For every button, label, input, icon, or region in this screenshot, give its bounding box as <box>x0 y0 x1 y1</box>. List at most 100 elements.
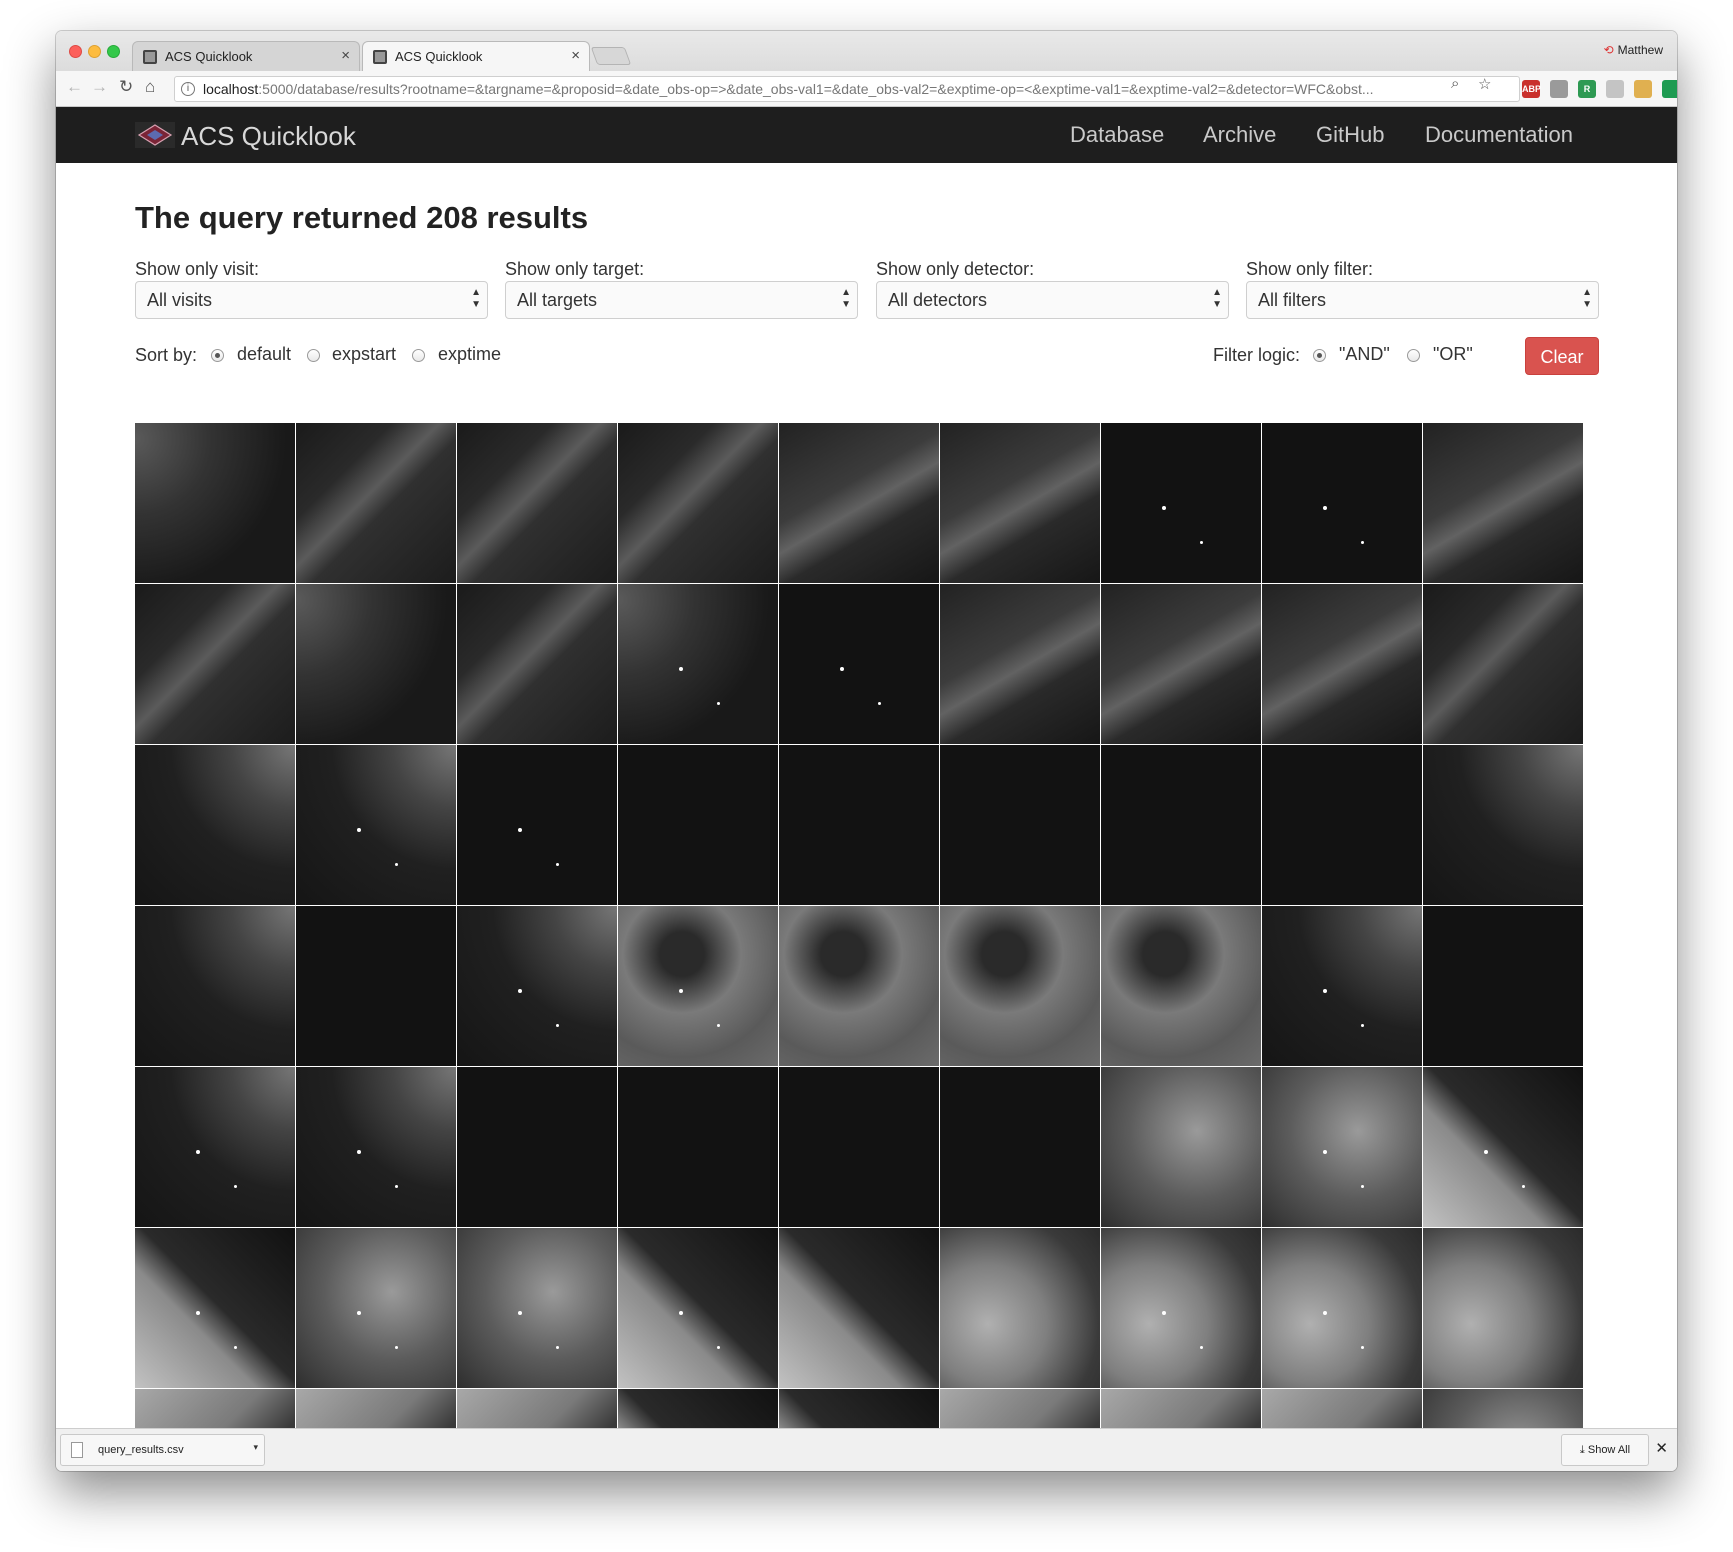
sort-exptime-radio[interactable] <box>412 349 425 362</box>
thumbnail-image[interactable] <box>296 906 456 1066</box>
logic-or-radio[interactable] <box>1407 349 1420 362</box>
window-minimize-button[interactable] <box>88 45 101 58</box>
reload-icon[interactable]: ↻ <box>119 77 133 97</box>
thumbnail-image[interactable] <box>1101 1067 1261 1227</box>
address-bar[interactable]: i localhost:5000/database/results?rootna… <box>174 76 1520 102</box>
thumbnail-image[interactable] <box>1262 745 1422 905</box>
thumbnail-image[interactable] <box>940 1067 1100 1227</box>
thumbnail-image[interactable] <box>135 1067 295 1227</box>
thumbnail-image[interactable] <box>135 745 295 905</box>
thumbnail-image[interactable] <box>1101 906 1261 1066</box>
home-icon[interactable]: ⌂ <box>145 77 155 97</box>
window-maximize-button[interactable] <box>107 45 120 58</box>
back-arrow-icon[interactable]: ← <box>66 77 83 97</box>
thumbnail-image[interactable] <box>1423 584 1583 744</box>
thumbnail-image[interactable] <box>940 584 1100 744</box>
thumbnail-image[interactable] <box>618 906 778 1066</box>
window-close-button[interactable] <box>69 45 82 58</box>
thumbnail-image[interactable] <box>779 423 939 583</box>
extension-face-icon[interactable] <box>1634 80 1652 98</box>
thumbnail-image[interactable] <box>779 906 939 1066</box>
thumbnail-image[interactable] <box>457 745 617 905</box>
thumbnail-image[interactable] <box>940 1228 1100 1388</box>
thumbnail-image[interactable] <box>779 1228 939 1388</box>
thumbnail-image[interactable] <box>457 1067 617 1227</box>
acs-logo-icon[interactable] <box>135 122 175 148</box>
extension-green-icon[interactable] <box>1662 80 1677 98</box>
extension-gray-icon[interactable] <box>1550 80 1568 98</box>
nav-documentation[interactable]: Documentation <box>1425 122 1573 148</box>
profile-button[interactable]: ⟲ Matthew <box>1604 43 1663 57</box>
close-tab-icon[interactable]: × <box>571 47 580 64</box>
new-tab-button[interactable] <box>590 47 632 65</box>
forward-arrow-icon[interactable]: → <box>91 77 108 97</box>
logic-or-label[interactable]: "OR" <box>1433 344 1473 365</box>
logic-and-radio[interactable] <box>1313 349 1326 362</box>
thumbnail-image[interactable] <box>1423 906 1583 1066</box>
thumbnail-image[interactable] <box>1423 423 1583 583</box>
thumbnail-image[interactable] <box>618 745 778 905</box>
browser-tab-1[interactable]: ACS Quicklook × <box>132 41 360 71</box>
thumbnail-image[interactable] <box>1423 745 1583 905</box>
close-tab-icon[interactable]: × <box>341 47 350 64</box>
download-menu-chevron-icon[interactable]: ▾ <box>253 1442 258 1453</box>
thumbnail-image[interactable] <box>940 745 1100 905</box>
nav-database[interactable]: Database <box>1070 122 1164 148</box>
clear-button[interactable]: Clear <box>1525 337 1599 375</box>
sort-default-label[interactable]: default <box>237 344 291 365</box>
sort-exptime-label[interactable]: exptime <box>438 344 501 365</box>
thumbnail-image[interactable] <box>296 584 456 744</box>
visit-select[interactable]: All visits ▲ ▼ <box>135 281 488 319</box>
filter-select[interactable]: All filters ▲ ▼ <box>1246 281 1599 319</box>
thumbnail-image[interactable] <box>1262 906 1422 1066</box>
thumbnail-image[interactable] <box>940 423 1100 583</box>
thumbnail-image[interactable] <box>135 423 295 583</box>
thumbnail-image[interactable] <box>296 745 456 905</box>
thumbnail-image[interactable] <box>618 1228 778 1388</box>
zoom-icon[interactable]: ⌕ <box>1451 75 1459 92</box>
thumbnail-image[interactable] <box>779 584 939 744</box>
thumbnail-image[interactable] <box>1262 1228 1422 1388</box>
thumbnail-image[interactable] <box>1262 423 1422 583</box>
thumbnail-image[interactable] <box>618 423 778 583</box>
thumbnail-image[interactable] <box>296 423 456 583</box>
extension-pale-icon[interactable] <box>1606 80 1624 98</box>
thumbnail-image[interactable] <box>1101 423 1261 583</box>
thumbnail-image[interactable] <box>135 584 295 744</box>
logic-and-label[interactable]: "AND" <box>1339 344 1390 365</box>
thumbnail-image[interactable] <box>135 906 295 1066</box>
target-select[interactable]: All targets ▲ ▼ <box>505 281 858 319</box>
sort-default-radio[interactable] <box>211 349 224 362</box>
thumbnail-image[interactable] <box>779 1067 939 1227</box>
browser-tab-2[interactable]: ACS Quicklook × <box>362 41 590 71</box>
thumbnail-image[interactable] <box>296 1067 456 1227</box>
thumbnail-image[interactable] <box>1423 1228 1583 1388</box>
thumbnail-image[interactable] <box>1423 1067 1583 1227</box>
thumbnail-image[interactable] <box>457 906 617 1066</box>
thumbnail-image[interactable] <box>457 584 617 744</box>
thumbnail-image[interactable] <box>1101 584 1261 744</box>
thumbnail-image[interactable] <box>1262 584 1422 744</box>
nav-archive[interactable]: Archive <box>1203 122 1276 148</box>
site-info-icon[interactable]: i <box>181 82 195 96</box>
extension-r-icon[interactable]: R <box>1578 80 1596 98</box>
thumbnail-image[interactable] <box>457 1228 617 1388</box>
bookmark-star-icon[interactable]: ☆ <box>1478 75 1491 93</box>
close-shelf-icon[interactable]: ✕ <box>1655 1439 1668 1457</box>
show-all-downloads-button[interactable]: ⤓ Show All <box>1561 1434 1649 1466</box>
thumbnail-image[interactable] <box>618 1067 778 1227</box>
sort-expstart-radio[interactable] <box>307 349 320 362</box>
thumbnail-image[interactable] <box>779 745 939 905</box>
download-item[interactable]: query_results.csv ▾ <box>60 1434 265 1466</box>
thumbnail-image[interactable] <box>1262 1067 1422 1227</box>
thumbnail-image[interactable] <box>940 906 1100 1066</box>
sort-expstart-label[interactable]: expstart <box>332 344 396 365</box>
nav-github[interactable]: GitHub <box>1316 122 1384 148</box>
adblock-plus-icon[interactable]: ABP <box>1522 80 1541 98</box>
detector-select[interactable]: All detectors ▲ ▼ <box>876 281 1229 319</box>
site-brand[interactable]: ACS Quicklook <box>181 121 356 152</box>
thumbnail-image[interactable] <box>618 584 778 744</box>
thumbnail-image[interactable] <box>457 423 617 583</box>
thumbnail-image[interactable] <box>135 1228 295 1388</box>
thumbnail-image[interactable] <box>296 1228 456 1388</box>
